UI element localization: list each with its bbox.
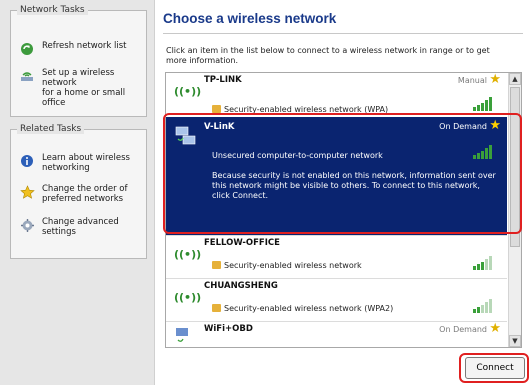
scroll-up-button[interactable]: ▲ — [509, 73, 521, 85]
title-divider — [163, 33, 523, 34]
star-icon — [19, 184, 35, 200]
computer-to-computer-icon — [174, 326, 198, 347]
wireless-antenna-icon: ((•)) — [174, 248, 202, 261]
lock-icon — [212, 105, 221, 113]
network-ssid: TP-LINK — [204, 75, 242, 85]
refresh-icon — [19, 41, 35, 57]
network-tasks-group: Network Tasks Refresh network list Set u… — [10, 5, 147, 117]
network-security-row: Security-enabled wireless network (WPA2) — [212, 304, 393, 313]
connect-button[interactable]: Connect — [465, 357, 525, 379]
lock-icon — [212, 261, 221, 269]
network-security-row: Security-enabled wireless network — [212, 261, 362, 270]
signal-strength-icon — [473, 256, 495, 270]
setup-wireless-network-label: Set up a wireless network for a home or … — [42, 68, 126, 108]
change-preferred-order-label: Change the order of preferred networks — [42, 184, 128, 204]
network-mode: Manual — [457, 76, 487, 85]
network-security: Security-enabled wireless network — [224, 261, 362, 270]
lock-icon — [212, 304, 221, 312]
network-ssid: FELLOW-OFFICE — [204, 238, 280, 248]
network-item-fellow-office[interactable]: ((•)) FELLOW-OFFICE Security-enabled wir… — [166, 236, 507, 278]
network-security: Security-enabled wireless network (WPA2) — [224, 304, 394, 313]
preferred-star-icon: ★ — [489, 321, 501, 336]
network-item-tp-link[interactable]: ((•)) TP-LINK Manual ★ Security-enabled … — [166, 73, 507, 115]
preferred-star-icon: ★ — [489, 72, 501, 87]
network-mode: On Demand — [439, 325, 487, 334]
learn-wireless-label: Learn about wireless networking — [42, 153, 130, 173]
wireless-antenna-icon: ((•)) — [174, 291, 202, 304]
learn-wireless-link[interactable]: Learn about wireless networking — [19, 153, 142, 173]
setup-wireless-icon — [19, 68, 35, 84]
network-item-chuangsheng[interactable]: ((•)) CHUANGSHENG Security-enabled wirel… — [166, 279, 507, 321]
instructions-text: Click an item in the list below to conne… — [166, 46, 490, 65]
signal-strength-icon — [473, 299, 495, 313]
main-panel: Choose a wireless network Click an item … — [155, 0, 532, 385]
change-advanced-settings-label: Change advanced settings — [42, 217, 119, 237]
info-icon — [19, 153, 35, 169]
network-ssid: CHUANGSHENG — [204, 281, 278, 291]
network-tasks-title: Network Tasks — [17, 5, 88, 15]
network-ssid: WiFi+OBD — [204, 324, 253, 334]
setup-wireless-network-link[interactable]: Set up a wireless network for a home or … — [19, 68, 142, 108]
related-tasks-group: Related Tasks Learn about wireless netwo… — [10, 124, 147, 259]
selected-network-highlight — [163, 113, 522, 234]
refresh-network-list-link[interactable]: Refresh network list — [19, 41, 142, 57]
signal-strength-icon — [473, 97, 495, 111]
network-item-wifi-obd[interactable]: WiFi+OBD On Demand ★ — [166, 321, 507, 347]
change-preferred-order-link[interactable]: Change the order of preferred networks — [19, 184, 142, 204]
wireless-antenna-icon: ((•)) — [174, 85, 202, 98]
scroll-down-button[interactable]: ▼ — [509, 335, 521, 347]
task-pane: Network Tasks Refresh network list Set u… — [0, 0, 155, 385]
page-title: Choose a wireless network — [163, 11, 337, 26]
settings-icon — [19, 217, 35, 233]
related-tasks-title: Related Tasks — [17, 124, 85, 134]
refresh-network-list-label: Refresh network list — [42, 41, 127, 51]
change-advanced-settings-link[interactable]: Change advanced settings — [19, 217, 142, 237]
